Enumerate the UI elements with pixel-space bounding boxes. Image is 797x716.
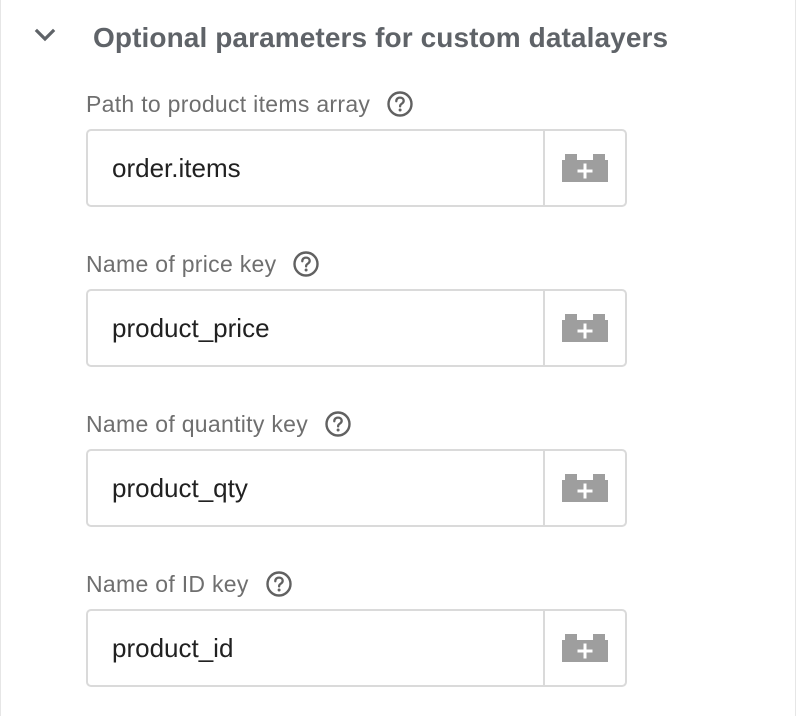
input-group xyxy=(86,449,627,527)
field-label: Path to product items array xyxy=(86,90,371,117)
section-title: Optional parameters for custom datalayer… xyxy=(93,22,669,53)
price-key-input[interactable] xyxy=(88,291,543,365)
field-label-row: Name of price key xyxy=(86,248,320,280)
insert-variable-button[interactable] xyxy=(543,291,625,365)
field-label-row: Path to product items array xyxy=(86,88,414,120)
section-header[interactable]: Optional parameters for custom datalayer… xyxy=(1,0,797,76)
field-label: Name of ID key xyxy=(86,570,249,597)
product-items-path-input[interactable] xyxy=(88,131,543,205)
field-label-row: Name of ID key xyxy=(86,568,293,600)
insert-variable-button[interactable] xyxy=(543,131,625,205)
variable-brick-plus-icon xyxy=(562,314,608,342)
field-label: Name of price key xyxy=(86,250,277,277)
help-circle-icon[interactable] xyxy=(386,90,414,118)
input-group xyxy=(86,129,627,207)
input-group xyxy=(86,289,627,367)
variable-brick-plus-icon xyxy=(562,634,608,662)
quantity-key-input[interactable] xyxy=(88,451,543,525)
chevron-down-icon[interactable] xyxy=(29,20,61,52)
id-key-input[interactable] xyxy=(88,611,543,685)
field-label: Name of quantity key xyxy=(86,410,309,437)
field-label-row: Name of quantity key xyxy=(86,408,352,440)
insert-variable-button[interactable] xyxy=(543,451,625,525)
optional-parameters-panel: Optional parameters for custom datalayer… xyxy=(0,0,796,716)
variable-brick-plus-icon xyxy=(562,154,608,182)
insert-variable-button[interactable] xyxy=(543,611,625,685)
help-circle-icon[interactable] xyxy=(265,570,293,598)
input-group xyxy=(86,609,627,687)
variable-brick-plus-icon xyxy=(562,474,608,502)
help-circle-icon[interactable] xyxy=(292,250,320,278)
help-circle-icon[interactable] xyxy=(324,410,352,438)
